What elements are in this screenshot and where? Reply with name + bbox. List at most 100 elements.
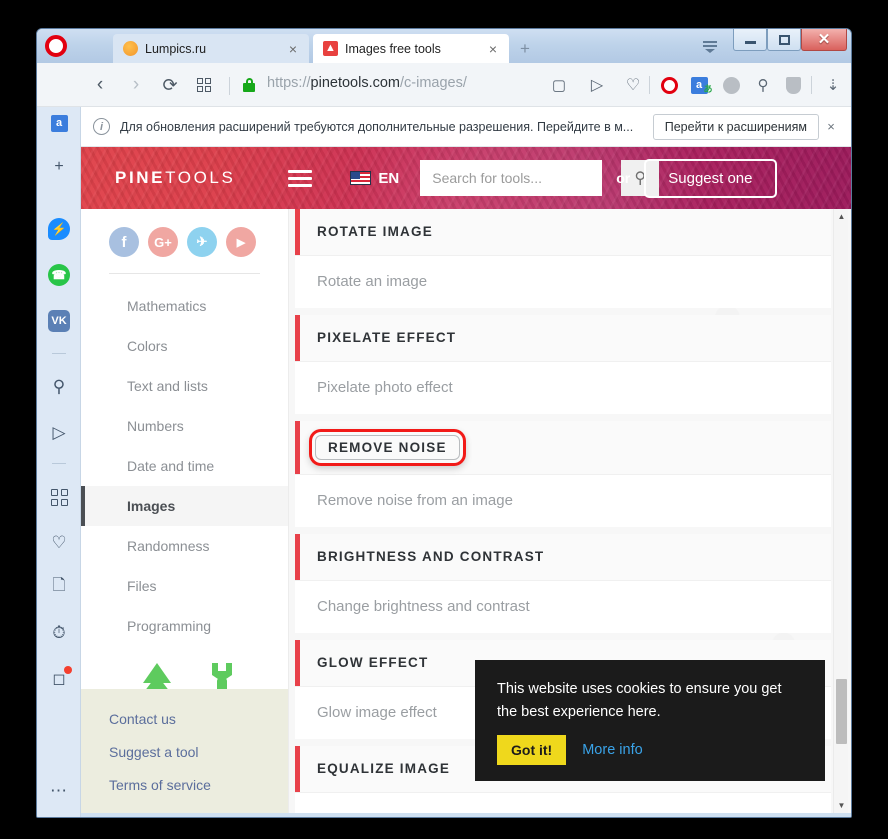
tool-body: Change brightness and contrast — [295, 581, 831, 633]
tool-title[interactable]: ROTATE IMAGE — [317, 224, 433, 239]
scrollbar-up-arrow[interactable]: ▲ — [834, 209, 849, 224]
sidebar-item-numbers[interactable]: Numbers — [81, 406, 288, 446]
sidebar-item-text-and-lists[interactable]: Text and lists — [81, 366, 288, 406]
window-menu-icon[interactable] — [697, 36, 723, 56]
translate-icon[interactable]: a — [687, 73, 713, 98]
go-to-extensions-button[interactable]: Перейти к расширениям — [652, 113, 819, 140]
twitter-icon[interactable]: ✈ — [187, 227, 217, 257]
hamburger-icon[interactable] — [288, 166, 313, 191]
heart-icon[interactable]: ♡ — [47, 531, 71, 555]
pinetools-logo[interactable]: PINETOOLS — [115, 168, 235, 188]
footer-link-terms-of-service[interactable]: Terms of service — [109, 777, 288, 793]
tool-card-brightness-and-contrast[interactable]: BRIGHTNESS AND CONTRAST Change brightnes… — [295, 534, 831, 633]
toolbar-divider — [811, 76, 812, 94]
reload-icon[interactable]: ⟳ — [159, 74, 181, 96]
language-selector[interactable]: EN — [378, 170, 399, 187]
notification-close-icon[interactable]: × — [819, 119, 843, 134]
speed-dial-icon[interactable] — [193, 74, 215, 96]
us-flag-icon[interactable] — [350, 171, 372, 185]
tool-body: Remove noise from an image — [295, 475, 831, 527]
sidepanel-translate-icon[interactable]: a — [47, 111, 71, 135]
browser-navigation-bar: ‹ › ⟳ https://pinetools.com/c-images/ ▢ … — [37, 63, 851, 107]
cookie-accept-button[interactable]: Got it! — [497, 735, 567, 765]
page-scrollbar[interactable]: ▲ ▼ — [833, 209, 848, 813]
send-icon[interactable]: ▷ — [47, 421, 71, 445]
tool-title[interactable]: EQUALIZE IMAGE — [317, 761, 450, 776]
google-plus-icon[interactable]: G+ — [148, 227, 178, 257]
forward-icon[interactable]: › — [125, 74, 147, 96]
window-maximize-button[interactable] — [767, 29, 801, 51]
suggest-one-button[interactable]: Suggest one — [644, 158, 777, 198]
search-page-icon[interactable]: ⚲ — [751, 73, 775, 97]
toolbar-divider — [649, 76, 650, 94]
news-icon[interactable]: 🗋 — [47, 575, 71, 599]
footer-link-contact-us[interactable]: Contact us — [109, 711, 288, 727]
address-bar[interactable]: https://pinetools.com/c-images/ — [267, 75, 467, 91]
tool-title[interactable]: BRIGHTNESS AND CONTRAST — [317, 549, 544, 564]
notification-message: Для обновления расширений требуются допо… — [120, 119, 634, 134]
tool-title[interactable]: GLOW EFFECT — [317, 655, 428, 670]
sidepanel-add-button[interactable]: + — [47, 155, 71, 179]
apps-icon[interactable] — [47, 485, 71, 509]
facebook-icon[interactable]: f — [109, 227, 139, 257]
tool-title[interactable]: REMOVE NOISE — [315, 435, 460, 460]
whatsapp-icon[interactable]: ☎ — [47, 263, 71, 287]
opera-browser-window: Lumpics.ru × ▲ Images free tools × + ✕ ‹… — [36, 28, 852, 818]
sidebar-item-mathematics[interactable]: Mathematics — [81, 286, 288, 326]
tool-card-remove-noise[interactable]: REMOVE NOISE Remove noise from an image — [295, 421, 831, 527]
footer-link-suggest-a-tool[interactable]: Suggest a tool — [109, 744, 288, 760]
close-icon: ✕ — [817, 31, 831, 48]
sidebar-item-images[interactable]: Images — [81, 486, 288, 526]
page-bottom-bar — [81, 813, 851, 817]
search-input[interactable] — [420, 160, 622, 196]
download-icon[interactable]: ⇣ — [821, 73, 845, 97]
snapshot-icon[interactable]: ▢ — [547, 73, 571, 97]
tab-title: Images free tools — [345, 41, 441, 56]
tab-close-icon[interactable]: × — [485, 41, 501, 57]
back-icon[interactable]: ‹ — [89, 74, 111, 96]
secure-lock-icon[interactable] — [243, 78, 255, 92]
opera-icon[interactable] — [657, 73, 681, 97]
tool-body: Pixelate photo effect — [295, 362, 831, 414]
window-close-button[interactable]: ✕ — [801, 29, 847, 51]
site-sidebar: f G+ ✈ ▶ Mathematics Colors Text and lis… — [81, 209, 289, 813]
globe-icon[interactable] — [719, 73, 743, 97]
tool-description: Remove noise from an image — [317, 492, 513, 509]
messenger-icon[interactable]: ⚡ — [47, 217, 71, 241]
vk-icon[interactable]: VK — [47, 309, 71, 333]
heart-icon[interactable]: ♡ — [621, 73, 645, 97]
scrollbar-down-arrow[interactable]: ▼ — [834, 798, 849, 813]
tool-description: Glow image effect — [317, 704, 437, 721]
new-tab-button[interactable]: + — [517, 40, 533, 57]
sidebar-item-randomness[interactable]: Randomness — [81, 526, 288, 566]
shield-icon[interactable] — [781, 73, 805, 97]
logo-bold: PINE — [115, 168, 166, 187]
cookie-consent-banner: This website uses cookies to ensure you … — [475, 660, 825, 781]
scrollbar-thumb[interactable] — [836, 679, 847, 744]
tool-title[interactable]: PIXELATE EFFECT — [317, 330, 456, 345]
tool-card-pixelate-effect[interactable]: PIXELATE EFFECT Pixelate photo effect — [295, 315, 831, 414]
search-icon[interactable]: ⚲ — [47, 375, 71, 399]
url-host: pinetools.com — [310, 75, 400, 91]
tab-favicon-pine-tree-icon: ▲ — [323, 41, 338, 56]
history-icon[interactable]: ⏱ — [47, 621, 71, 645]
browser-tab-lumpics[interactable]: Lumpics.ru × — [113, 34, 309, 63]
tool-description: Change brightness and contrast — [317, 598, 530, 615]
sidebar-item-date-and-time[interactable]: Date and time — [81, 446, 288, 486]
opera-logo-icon[interactable] — [45, 35, 67, 57]
extensions-icon[interactable]: ◻ — [47, 666, 72, 691]
sidebar-item-colors[interactable]: Colors — [81, 326, 288, 366]
sidebar-item-programming[interactable]: Programming — [81, 606, 288, 646]
tool-card-rotate-image[interactable]: ROTATE IMAGE Rotate an image — [295, 209, 831, 308]
window-minimize-button[interactable] — [733, 29, 767, 51]
cookie-more-info-link[interactable]: More info — [582, 742, 642, 758]
tab-close-icon[interactable]: × — [285, 41, 301, 57]
youtube-icon[interactable]: ▶ — [226, 227, 256, 257]
sidepanel-divider — [52, 353, 66, 354]
or-label: or — [616, 170, 631, 186]
browser-tab-images-free-tools[interactable]: ▲ Images free tools × — [313, 34, 509, 63]
more-icon[interactable]: ⋯ — [47, 779, 71, 803]
send-icon[interactable]: ▷ — [585, 73, 609, 97]
tool-body: Rotate an image — [295, 256, 831, 308]
sidebar-item-files[interactable]: Files — [81, 566, 288, 606]
